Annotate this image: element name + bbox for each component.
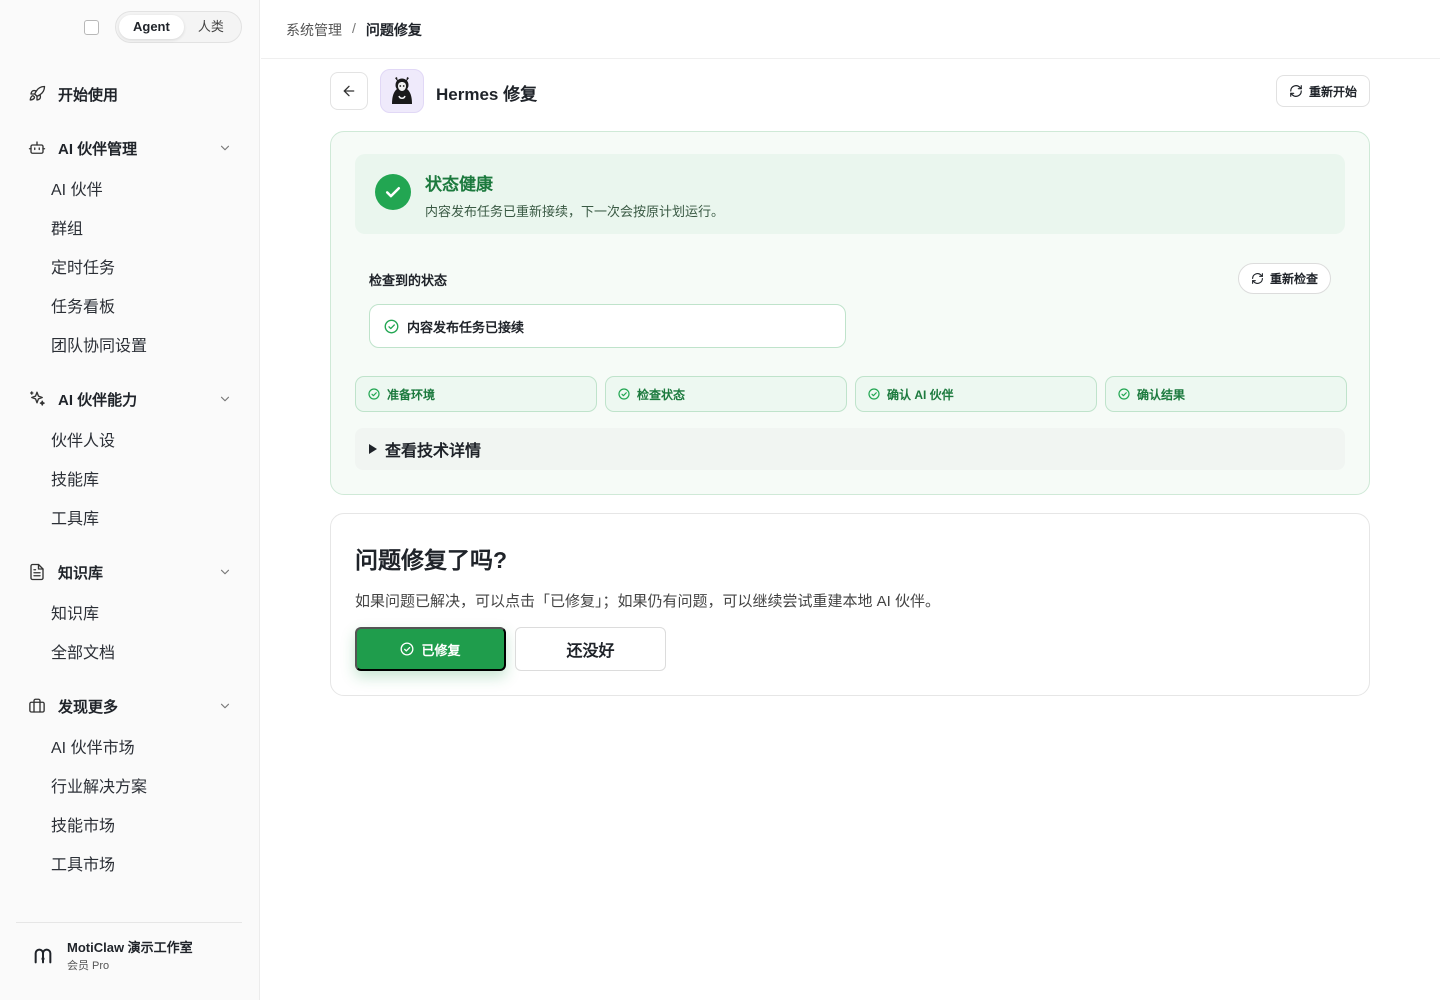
step-label: 确认 AI 伙伴	[887, 387, 954, 402]
tech-details-label: 查看技术详情	[385, 443, 482, 460]
refresh-icon	[1252, 273, 1263, 284]
sidebar: Agent 人类 开始使用 AI 伙伴管理 AI 伙伴 群组 定时任务 任务看板…	[0, 0, 260, 1000]
checked-item-label: 内容发布任务已接续	[407, 319, 525, 335]
fixed-button[interactable]: 已修复	[355, 627, 506, 671]
step-label: 准备环境	[387, 387, 436, 402]
step-confirm-result: 确认结果	[1105, 376, 1347, 412]
restart-label: 重新开始	[1308, 84, 1357, 99]
agent-avatar	[380, 69, 424, 113]
not-yet-button[interactable]: 还没好	[515, 627, 666, 671]
sidebar-item-team-collab-settings[interactable]: 团队协同设置	[51, 336, 147, 358]
chevron-down-icon	[220, 145, 230, 151]
nav-group-ai-partner-abilities[interactable]: AI 伙伴能力	[28, 387, 238, 411]
sidebar-collapse-checkbox[interactable]	[84, 19, 99, 35]
sidebar-item-knowledge-base[interactable]: 知识库	[51, 604, 99, 626]
recheck-label: 重新检查	[1269, 272, 1318, 286]
chevron-down-icon	[220, 569, 230, 575]
mode-switch-row: Agent 人类	[84, 11, 242, 43]
restart-button[interactable]: 重新开始	[1276, 75, 1370, 107]
refresh-icon	[1290, 85, 1302, 97]
page-title: Hermes 修复	[436, 85, 538, 104]
arrow-left-icon	[343, 85, 355, 97]
sidebar-item-tool-library[interactable]: 工具库	[51, 509, 99, 531]
workspace-plan: 会员 Pro	[67, 960, 110, 972]
workspace-name: MotiClaw 演示工作室	[67, 940, 193, 955]
briefcase-icon	[28, 697, 46, 715]
sidebar-item-task-board[interactable]: 任务看板	[51, 297, 115, 319]
workspace-switcher[interactable]: MotiClaw 演示工作室 会员 Pro	[16, 922, 242, 972]
nav-group-knowledge-base[interactable]: 知识库	[28, 560, 238, 584]
breadcrumb-separator: /	[352, 20, 356, 36]
check-circle-icon	[618, 388, 630, 400]
fix-confirmation-card: 问题修复了吗? 如果问题已解决，可以点击「已修复」；如果仍有问题，可以继续尝试重…	[330, 513, 1370, 696]
tech-details-toggle[interactable]: 查看技术详情	[355, 428, 1345, 470]
bot-icon	[28, 139, 46, 157]
nav-group-label: 开始使用	[58, 86, 119, 104]
step-confirm-ai-partner: 确认 AI 伙伴	[855, 376, 1097, 412]
checked-item: 内容发布任务已接续	[369, 304, 846, 348]
breadcrumb-parent[interactable]: 系统管理	[286, 20, 342, 40]
check-circle-icon	[384, 319, 399, 333]
fixed-label: 已修复	[421, 642, 461, 658]
sidebar-item-skill-library[interactable]: 技能库	[51, 470, 99, 492]
document-icon	[28, 563, 46, 581]
health-description: 内容发布任务已重新接续，下一次会按原计划运行。	[425, 204, 725, 219]
check-circle-icon	[401, 642, 414, 656]
nav-group-label: AI 伙伴管理	[58, 140, 138, 158]
hermes-avatar-icon	[385, 74, 419, 108]
nav-group-label: 发现更多	[58, 698, 119, 716]
step-check-status: 检查状态	[605, 376, 847, 412]
sidebar-item-tool-market[interactable]: 工具市场	[51, 855, 115, 877]
disclosure-triangle-icon	[369, 444, 377, 454]
breadcrumb: 系统管理 / 问题修复	[286, 20, 422, 40]
nav-getting-started[interactable]: 开始使用	[28, 82, 238, 106]
nav-group-ai-partner-management[interactable]: AI 伙伴管理	[28, 136, 238, 160]
breadcrumb-current: 问题修复	[365, 22, 422, 38]
nav-group-label: 知识库	[58, 564, 104, 582]
sidebar-item-all-documents[interactable]: 全部文档	[51, 643, 115, 665]
health-title: 状态健康	[425, 175, 493, 194]
fix-description: 如果问题已解决，可以点击「已修复」；如果仍有问题，可以继续尝试重建本地 AI 伙…	[355, 593, 941, 610]
chevron-down-icon	[220, 703, 230, 709]
recheck-button[interactable]: 重新检查	[1238, 263, 1331, 294]
rocket-icon	[28, 85, 46, 103]
progress-steps: 准备环境 检查状态 确认 AI 伙伴 确认结果	[355, 376, 1347, 412]
sidebar-item-ai-partner[interactable]: AI 伙伴	[51, 180, 103, 202]
top-bar: 系统管理 / 问题修复	[261, 0, 1440, 59]
sidebar-item-scheduled-tasks[interactable]: 定时任务	[51, 258, 115, 280]
mode-toggle[interactable]: Agent 人类	[115, 11, 242, 43]
health-banner: 状态健康 内容发布任务已重新接续，下一次会按原计划运行。	[355, 154, 1345, 234]
nav-group-discover-more[interactable]: 发现更多	[28, 694, 238, 718]
step-prepare-environment: 准备环境	[355, 376, 597, 412]
status-card: 状态健康 内容发布任务已重新接续，下一次会按原计划运行。 检查到的状态 重新检查…	[330, 131, 1370, 495]
mode-option-agent[interactable]: Agent	[119, 15, 184, 39]
step-label: 检查状态	[637, 387, 686, 402]
sidebar-item-skill-market[interactable]: 技能市场	[51, 816, 115, 838]
sidebar-item-industry-solutions[interactable]: 行业解决方案	[51, 777, 147, 799]
fix-title: 问题修复了吗?	[355, 547, 508, 573]
mode-option-human[interactable]: 人类	[184, 15, 238, 39]
check-circle-icon	[368, 388, 380, 400]
check-circle-icon	[1118, 388, 1130, 400]
step-label: 确认结果	[1137, 387, 1186, 402]
back-button[interactable]	[330, 72, 368, 110]
chevron-down-icon	[220, 396, 230, 402]
sidebar-item-ai-partner-market[interactable]: AI 伙伴市场	[51, 738, 135, 760]
moticlaw-logo-icon	[34, 948, 52, 964]
checked-state-heading: 检查到的状态	[369, 273, 448, 288]
check-circle-icon	[375, 174, 411, 210]
sidebar-item-groups[interactable]: 群组	[51, 219, 83, 241]
nav-group-label: AI 伙伴能力	[58, 391, 138, 409]
sparkles-icon	[28, 390, 46, 408]
sidebar-item-persona[interactable]: 伙伴人设	[51, 431, 115, 453]
check-circle-icon	[868, 388, 880, 400]
